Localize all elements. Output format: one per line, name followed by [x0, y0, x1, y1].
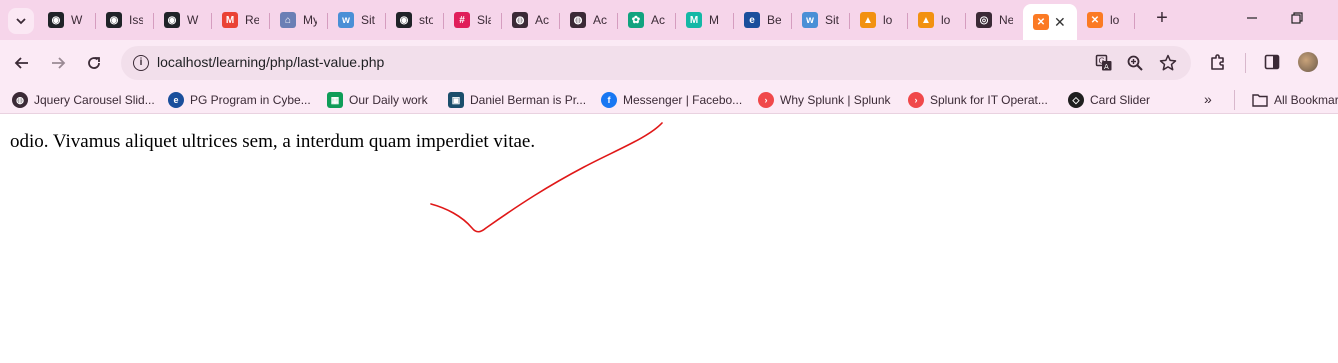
- red-checkmark-annotation: [430, 122, 663, 233]
